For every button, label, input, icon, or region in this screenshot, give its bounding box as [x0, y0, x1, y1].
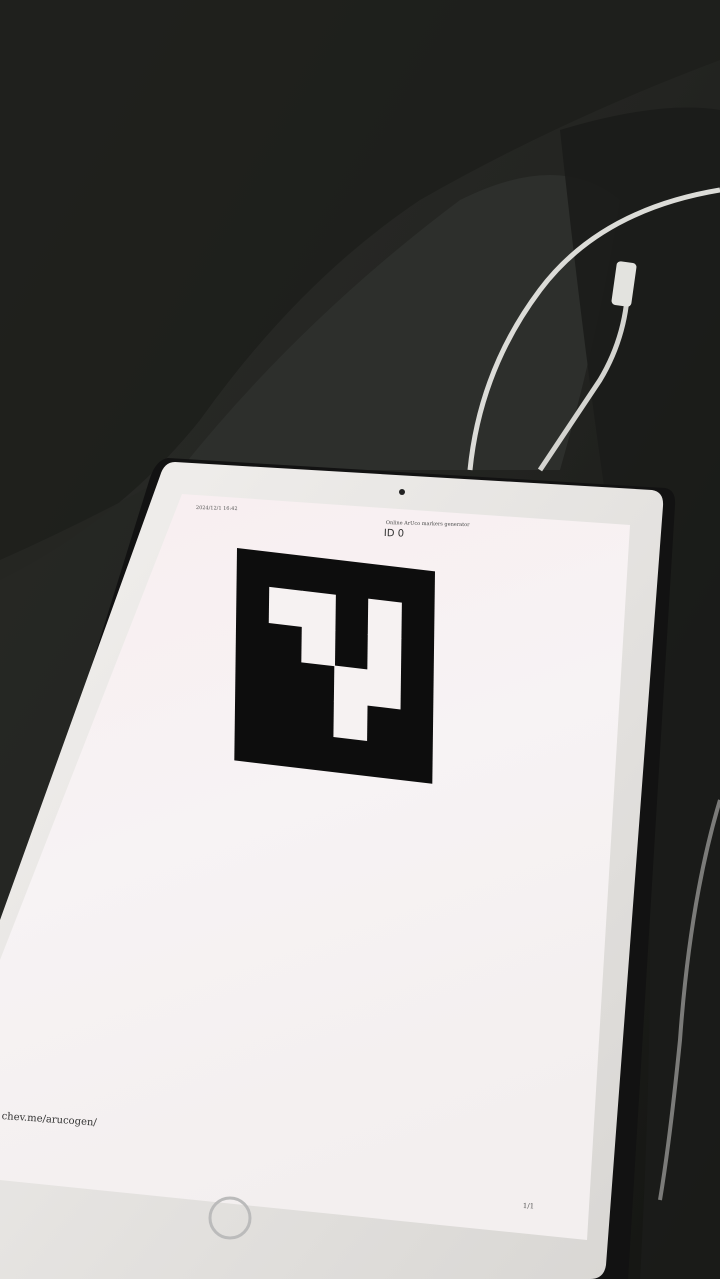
marker-id-label: ID 0: [383, 528, 405, 540]
marker-cell-white: [366, 669, 401, 710]
marker-cell-white: [333, 700, 368, 741]
aruco-marker: [234, 548, 436, 784]
page-number: 1/1: [522, 1202, 535, 1211]
document-date: 2024/12/1 16:42: [195, 505, 238, 513]
marker-cell-white: [301, 626, 336, 667]
photo-scene: 2024/12/1 16:42 Online ArUco markers gen…: [0, 0, 720, 1279]
marker-cell-white: [367, 634, 402, 675]
front-camera: [399, 489, 405, 495]
marker-cell-white: [301, 590, 336, 631]
marker-cell-white: [333, 665, 368, 706]
photo-illustration: [0, 0, 720, 1279]
marker-cell-white: [367, 598, 402, 639]
marker-cell-white: [268, 586, 303, 627]
